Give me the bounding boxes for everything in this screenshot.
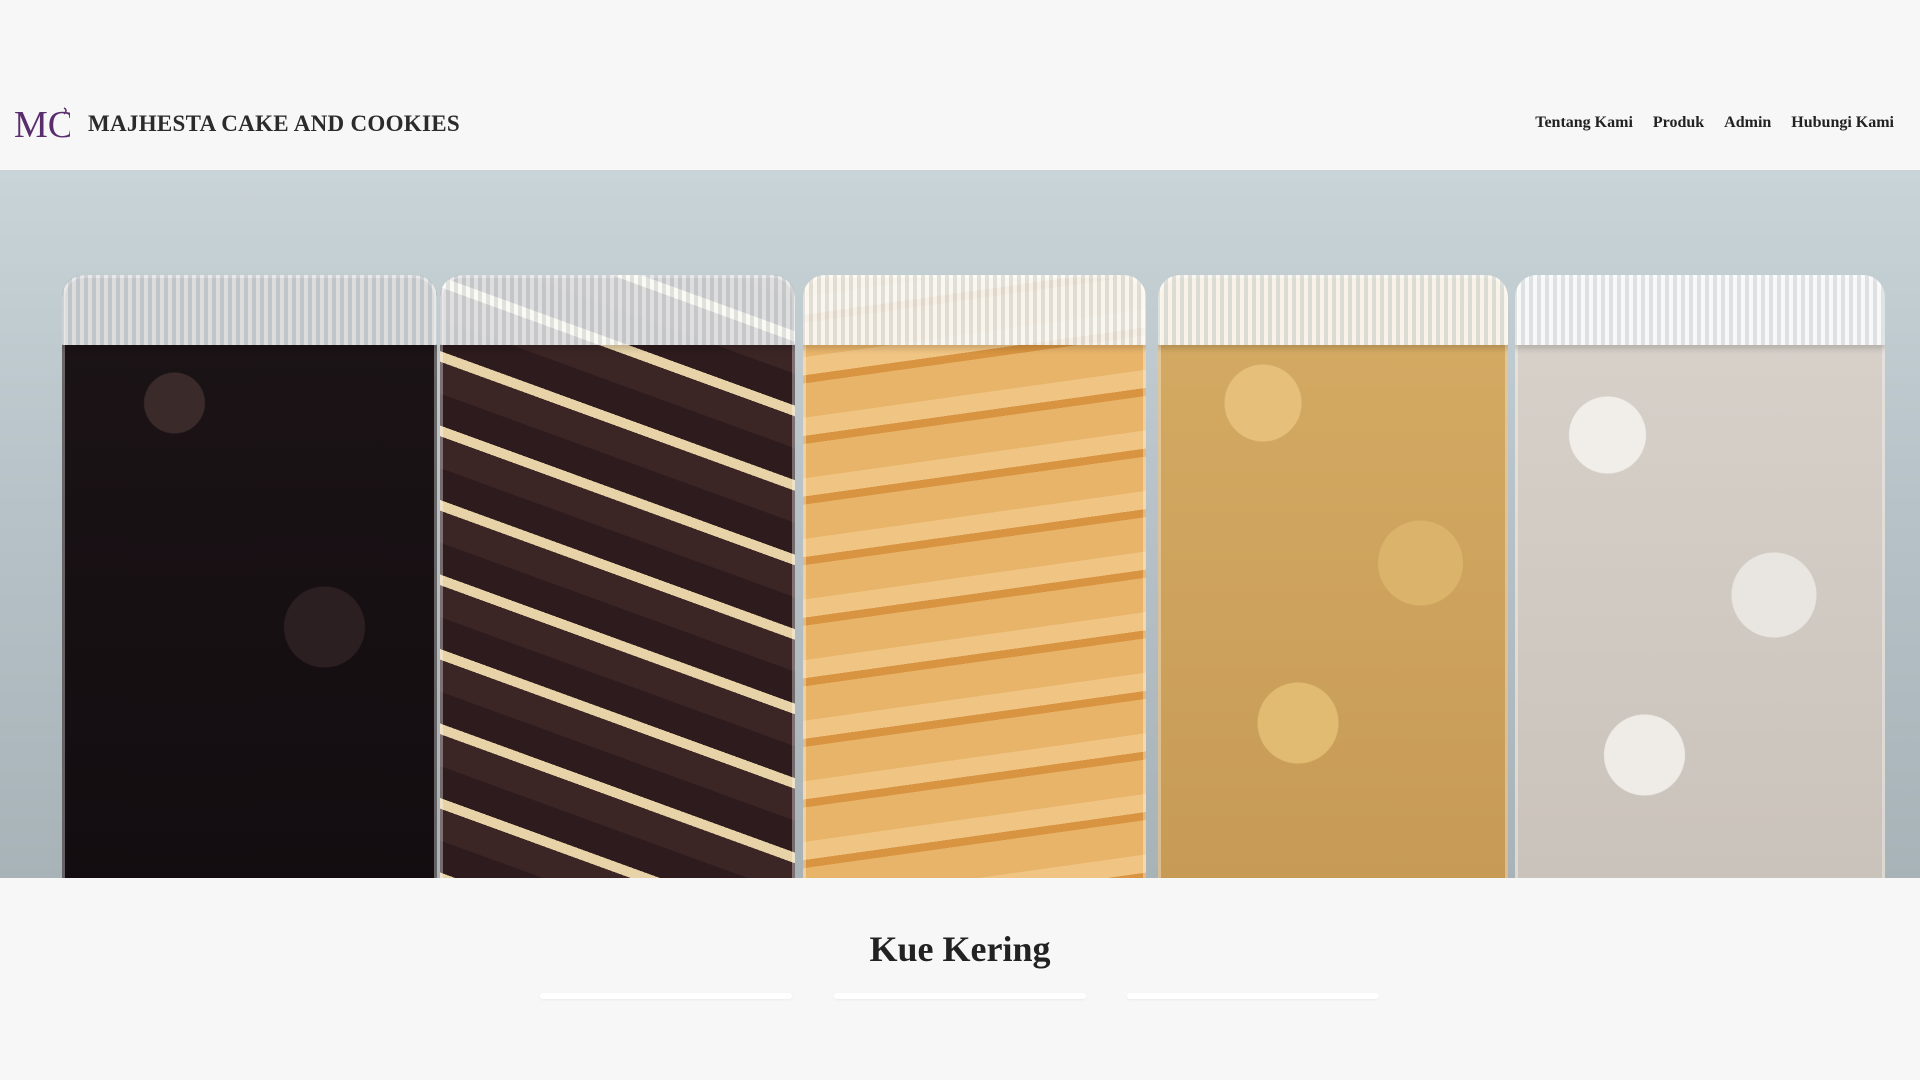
nav-link-tentang-kami[interactable]: Tentang Kami [1535,114,1633,132]
cookie-jar-chocolate-almond [62,275,437,878]
cookie-jar-snow-white [1515,275,1885,878]
navbar: MC MAJHESTA CAKE AND COOKIES Tentang Kam… [0,0,1920,170]
cookie-jar-chocolate-stripe [440,275,795,878]
product-card[interactable] [540,993,792,999]
jar-lid [803,275,1146,345]
jar-lid [62,275,437,345]
jar-lid [1158,275,1508,345]
hero-image [0,170,1920,878]
nav-link-produk[interactable]: Produk [1653,114,1704,132]
cookie-jar-cheese-stick [803,275,1146,878]
product-card[interactable] [1127,993,1379,999]
nav-link-admin[interactable]: Admin [1724,114,1771,132]
nav-link-hubungi-kami[interactable]: Hubungi Kami [1791,114,1894,132]
brand-logo[interactable]: MC [14,104,73,146]
brand-name[interactable]: MAJHESTA CAKE AND COOKIES [88,111,460,137]
jar-lid [440,275,795,345]
logo-mark: MC [14,104,70,144]
jar-lid [1515,275,1885,345]
nav-menu: Tentang Kami Produk Admin Hubungi Kami [1535,114,1894,132]
brand[interactable]: MC MAJHESTA CAKE AND COOKIES [14,104,460,146]
product-card[interactable] [834,993,1086,999]
section-title: Kue Kering [869,929,1051,969]
cookie-jar-nastar [1158,275,1508,878]
